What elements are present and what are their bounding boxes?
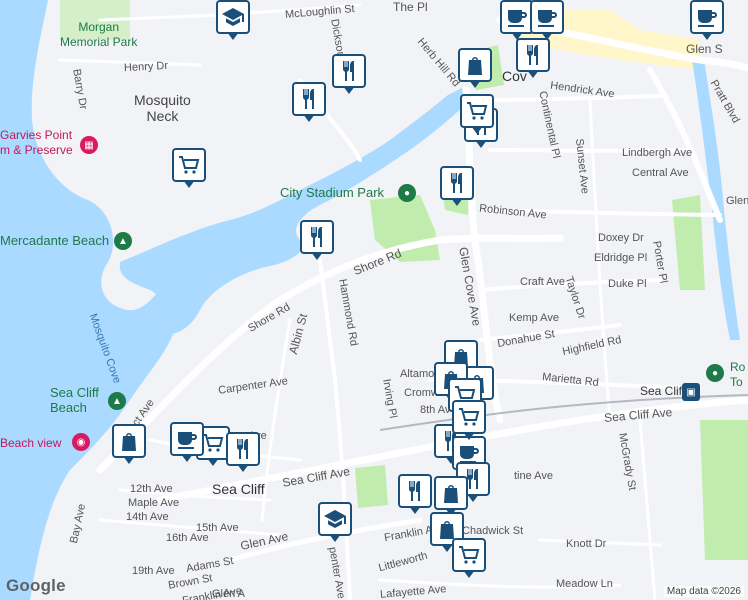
restaurant-pin[interactable] (440, 166, 474, 206)
street-label: Lindbergh Ave (622, 147, 693, 159)
shopping-icon (122, 433, 136, 451)
camera-icon: ◉ (72, 433, 90, 451)
shopping-icon (444, 485, 458, 503)
garvies-point-label: Garvies Point m & Preserve (0, 128, 73, 157)
restaurant-icon (527, 45, 538, 65)
restaurant-pin[interactable] (516, 38, 550, 78)
grocery-icon (203, 434, 224, 452)
grocery-icon (467, 102, 488, 120)
map-attribution[interactable]: Map data ©2026 (663, 586, 744, 597)
school-icon (324, 510, 346, 528)
street-label: 19th Ave (132, 565, 175, 577)
street-label: Meadow Ln (556, 578, 613, 590)
coffee-icon (538, 10, 557, 27)
grocery-icon (459, 546, 480, 564)
morgan-memorial-park-label: Morgan Memorial Park (60, 20, 138, 49)
street-label: Maple Ave (128, 497, 180, 509)
grocery-pin[interactable] (452, 400, 486, 440)
train-station-icon: ▣ (682, 383, 700, 401)
coffee-icon (698, 10, 717, 27)
grocery-pin[interactable] (172, 148, 206, 188)
street-label: Glen S (686, 42, 723, 56)
restaurant-pin[interactable] (292, 82, 326, 122)
street-label: Eldridge Pl (594, 252, 648, 264)
mosquito-neck-label: Mosquito Neck (134, 92, 191, 124)
grocery-icon (179, 156, 200, 174)
shopping-pin[interactable] (458, 48, 492, 88)
street-label: Duke Pl (608, 278, 647, 290)
street-label: Glen A (212, 588, 246, 600)
street-label: Central Ave (632, 167, 689, 179)
street-label: Chadwick St (462, 525, 524, 537)
tree-icon: ▲ (108, 392, 126, 410)
shopping-icon (468, 57, 482, 75)
city-stadium-park-label: City Stadium Park (280, 185, 385, 200)
street-label: 14th Ave (126, 511, 169, 523)
sea-cliff-station-label: Sea Cliff (640, 384, 686, 398)
school-icon (222, 8, 244, 26)
roslyn-label: Ro To (730, 360, 746, 389)
school-pin[interactable] (318, 502, 352, 542)
park-icon: ● (398, 184, 416, 202)
coffee-pin[interactable] (500, 0, 534, 40)
map-base-layer (0, 0, 748, 600)
grocery-pin[interactable] (452, 538, 486, 578)
street-label: 16th Ave (166, 532, 209, 544)
coffee-icon (178, 432, 197, 449)
restaurant-pin[interactable] (398, 474, 432, 514)
sea-cliff-beach-label: Sea Cliff Beach (50, 385, 99, 415)
map-canvas[interactable]: Mosquito Neck Morgan Memorial Park Garvies… (0, 0, 748, 600)
street-label: tine Ave (514, 470, 553, 482)
restaurant-pin[interactable] (332, 54, 366, 94)
restaurant-icon (451, 173, 462, 193)
school-pin[interactable] (216, 0, 250, 40)
shopping-pin[interactable] (112, 424, 146, 464)
grocery-pin[interactable] (460, 94, 494, 134)
museum-icon: ▦ (80, 136, 98, 154)
mercadante-beach-label: Mercadante Beach (0, 233, 110, 248)
beach-view-label: Beach view (0, 436, 62, 450)
tree-icon: ▲ (114, 232, 132, 250)
street-label: 12th Ave (130, 483, 173, 495)
street-label: 8th Av (420, 404, 451, 416)
street-label: Craft Ave (520, 276, 566, 288)
shopping-pin[interactable] (434, 476, 468, 516)
coffee-pin[interactable] (690, 0, 724, 40)
restaurant-pin[interactable] (300, 220, 334, 260)
street-label: Glen (726, 195, 748, 207)
restaurant-icon (311, 227, 322, 247)
coffee-icon (508, 10, 527, 27)
sea-cliff-town-label: Sea Cliff (212, 481, 265, 497)
park-icon: ● (706, 364, 724, 382)
restaurant-icon (409, 481, 420, 501)
street-label: Doxey Dr (598, 232, 644, 244)
restaurant-icon (237, 439, 248, 459)
google-logo: Google (6, 576, 66, 595)
grocery-icon (459, 408, 480, 426)
restaurant-pin[interactable] (226, 432, 260, 472)
street-label: The Pl (393, 0, 428, 14)
street-label: Henry Dr (123, 59, 169, 75)
restaurant-icon (343, 61, 354, 81)
street-label: Kemp Ave (509, 312, 559, 324)
restaurant-icon (303, 89, 314, 109)
street-label: Knott Dr (566, 538, 607, 550)
coffee-pin[interactable] (170, 422, 204, 462)
coffee-pin[interactable] (530, 0, 564, 40)
